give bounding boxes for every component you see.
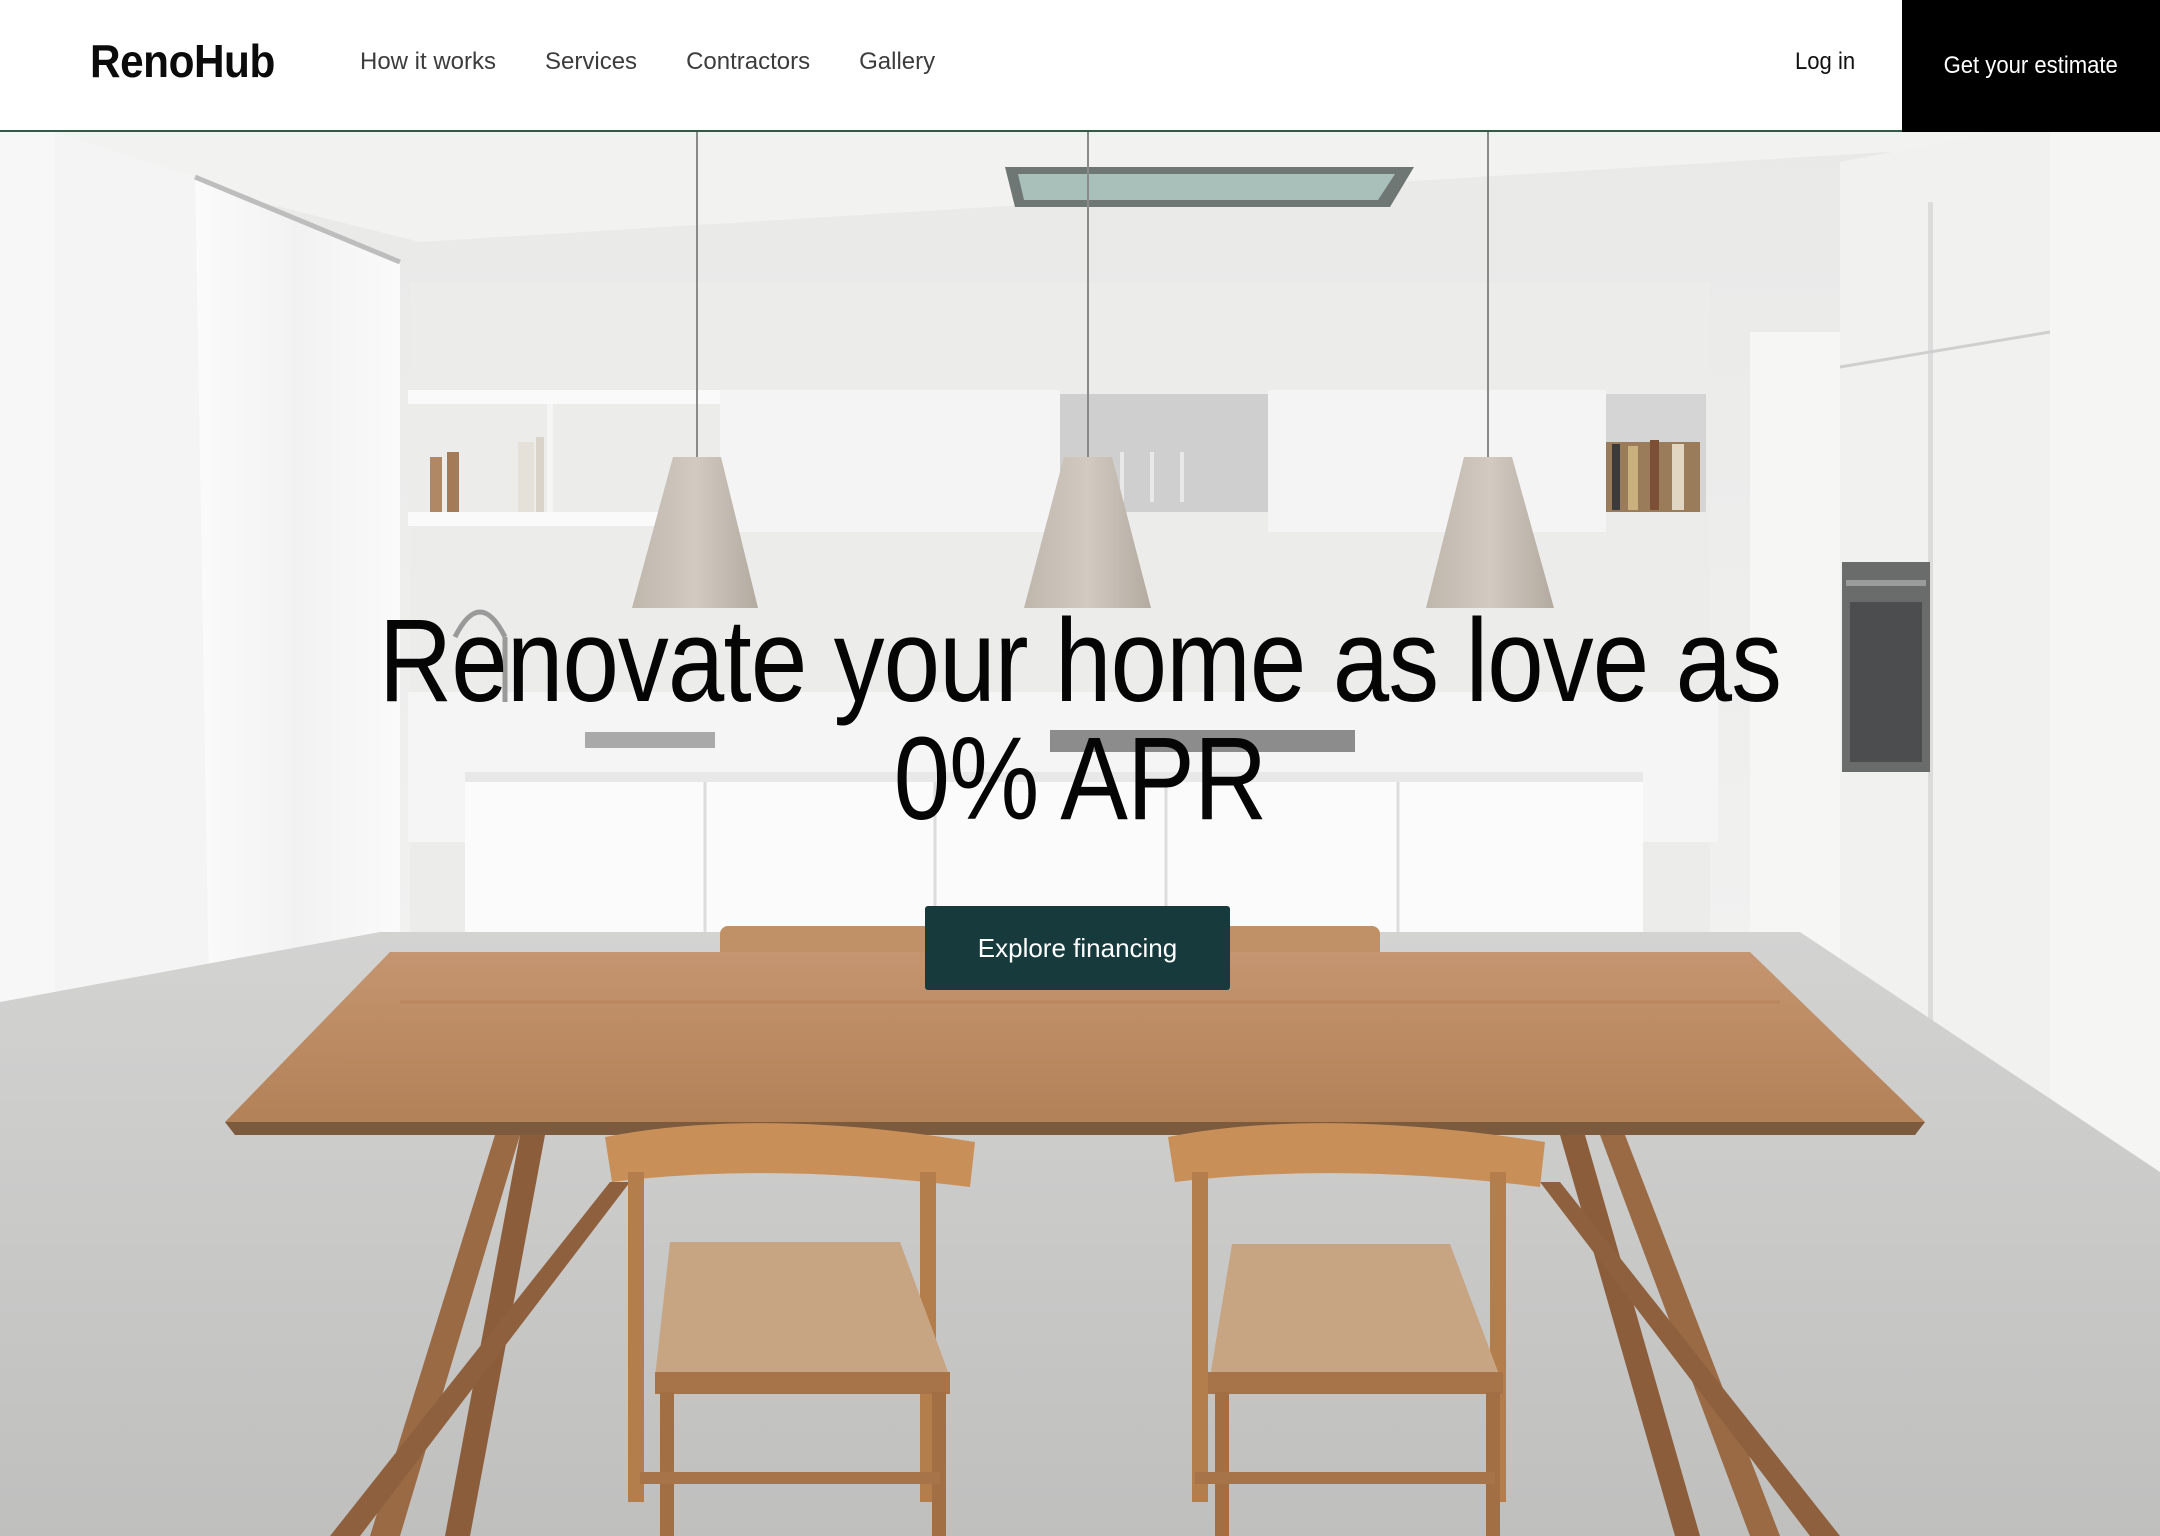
nav-link-gallery[interactable]: Gallery [859, 48, 935, 76]
hero-headline: Renovate your home as love as 0% APR [0, 602, 2160, 838]
explore-financing-button[interactable]: Explore financing [925, 906, 1230, 990]
get-estimate-label: Get your estimate [1943, 52, 2119, 79]
get-estimate-button[interactable]: Get your estimate [1902, 0, 2160, 132]
hero-section: Renovate your home as love as 0% APR Exp… [0, 132, 2160, 1536]
main-nav: How it works Services Contractors Galler… [360, 48, 984, 76]
nav-link-contractors[interactable]: Contractors [686, 48, 810, 76]
nav-link-how-it-works[interactable]: How it works [360, 48, 496, 76]
top-navbar: RenoHub How it works Services Contractor… [0, 0, 2160, 132]
hero-headline-line-2: 0% APR [893, 713, 1268, 845]
hero-headline-line-1: Renovate your home as love as [378, 595, 1782, 727]
nav-link-services[interactable]: Services [545, 48, 637, 76]
page: RenoHub How it works Services Contractor… [0, 0, 2160, 1536]
logo[interactable]: RenoHub [90, 34, 275, 88]
login-link[interactable]: Log in [1795, 48, 1855, 76]
